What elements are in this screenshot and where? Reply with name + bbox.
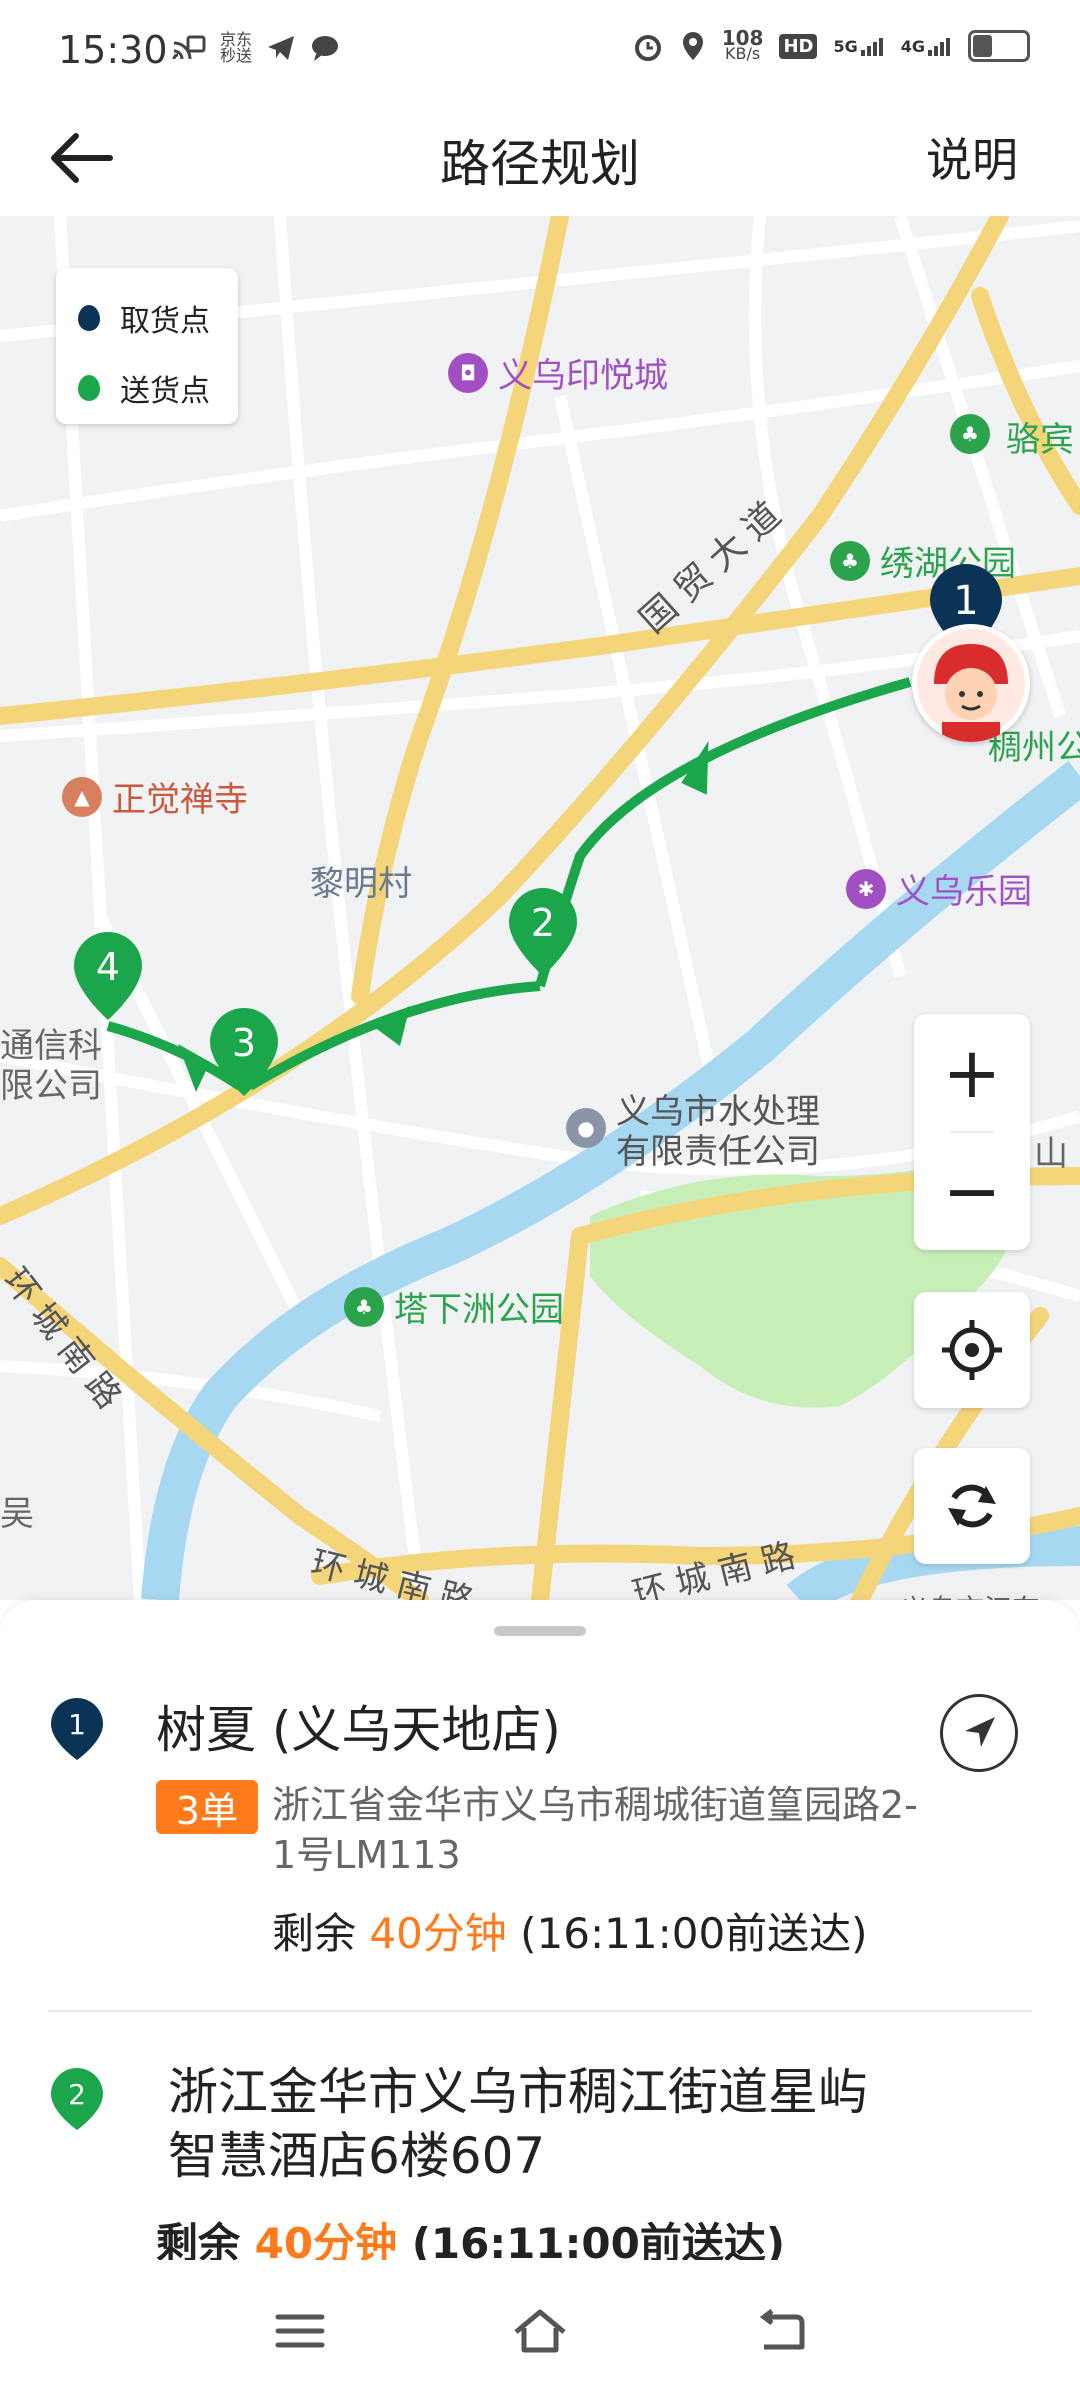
battery-icon — [968, 30, 1030, 62]
svg-text:4: 4 — [96, 945, 120, 989]
navigate-button[interactable] — [940, 1694, 1018, 1772]
status-bar: 15:30 京东 秒送 108 KB/s HD 5G 4G — [0, 0, 1080, 100]
jd-express-icon: 京东 秒送 — [220, 30, 253, 65]
route-stops-sheet[interactable]: 1 树夏 (义乌天地店) 3单 浙江省金华市义乌市稠城街道篁园路2-1号LM11… — [0, 1600, 1080, 2268]
navigation-arrow-icon — [965, 1717, 995, 1747]
zoom-control: + − — [914, 1014, 1030, 1250]
poi-taxiazhou[interactable]: ♣ 塔下洲公园 — [344, 1282, 564, 1331]
location-icon — [682, 32, 703, 60]
delivery-marker-icon: 2 — [51, 2068, 103, 2130]
tree-icon: ♣ — [344, 1286, 384, 1327]
legend-pickup: 取货点 — [78, 296, 210, 340]
sheet-drag-handle[interactable] — [494, 1626, 586, 1636]
partial-label: 骆宾 — [1006, 420, 1074, 460]
nav-back-button[interactable] — [740, 2296, 820, 2366]
stop-1-badge: 1 — [48, 1696, 106, 1762]
signal-5g-icon: 5G — [833, 36, 884, 56]
poi-yinyue[interactable]: ◘ 义乌印悦城 — [448, 348, 668, 397]
stop-1-title: 树夏 (义乌天地店) — [156, 1701, 561, 1759]
poi-zhengjue[interactable]: ▲ 正觉禅寺 — [62, 772, 248, 821]
status-time: 15:30 — [58, 28, 168, 72]
zoom-out-button[interactable]: − — [914, 1132, 1030, 1250]
menu-icon — [275, 2314, 325, 2348]
chat-icon — [312, 36, 339, 61]
help-button[interactable]: 说明 — [926, 124, 1018, 190]
alarm-icon — [634, 35, 661, 61]
svg-text:1: 1 — [68, 1708, 86, 1741]
refresh-icon — [948, 1484, 996, 1528]
partial-label: 吴 — [0, 1494, 34, 1534]
crosshair-icon — [942, 1320, 1002, 1380]
map-legend: 取货点 送货点 — [56, 268, 238, 424]
rider-avatar-icon — [917, 629, 1025, 742]
pickup-marker-icon: 1 — [51, 1698, 103, 1760]
status-right-icons: 108 KB/s HD 5G 4G — [632, 26, 1030, 63]
app-bar: 路径规划 说明 — [0, 100, 1080, 216]
stop-1-remaining: 剩余 40分钟 (16:11:00前送达) — [272, 1909, 868, 1958]
route-marker-3[interactable]: 3 — [206, 1006, 282, 1100]
stop-2-title: 浙江金华市义乌市稠江街道星屿智慧酒店6楼607 — [168, 2063, 868, 2185]
signal-4g-icon: 4G — [901, 36, 952, 56]
stop-divider — [48, 2010, 1032, 2012]
partial-label: 义乌市江东 — [900, 1588, 1040, 1600]
status-left-icons: 京东 秒送 — [170, 32, 340, 64]
svg-text:2: 2 — [68, 2078, 86, 2111]
poi-water[interactable]: ● 义乌市水处理 有限责任公司 — [566, 1092, 820, 1172]
back-icon — [759, 2309, 805, 2350]
order-count-badge: 3单 — [156, 1780, 258, 1834]
partial-label: 通信科 限公司 — [0, 1026, 102, 1106]
locate-button[interactable] — [914, 1292, 1030, 1408]
tree-icon: ♣ — [950, 414, 990, 454]
ferris-wheel-icon: ✱ — [846, 868, 886, 909]
poi-binwang-pin: ♣ — [950, 414, 990, 454]
pickup-marker-icon — [78, 305, 100, 331]
home-icon — [514, 2309, 566, 2353]
telegram-icon — [268, 36, 295, 60]
page-title: 路径规划 — [440, 135, 640, 193]
poi-leyuan[interactable]: ✱ 义乌乐园 — [846, 864, 1032, 913]
net-speed: 108 KB/s — [721, 26, 764, 63]
courier-avatar — [912, 624, 1030, 742]
location-pin-icon: ● — [566, 1108, 606, 1148]
tree-icon: ♣ — [830, 540, 870, 581]
route-map[interactable]: 国贸大道 环城南路 环城南路 环城南路 黎明村 通信科 限公司 骆宾 稠州公 山… — [0, 216, 1080, 1600]
nav-menu-button[interactable] — [260, 2296, 340, 2366]
route-marker-2[interactable]: 2 — [505, 886, 581, 980]
stop-1-address: 浙江省金华市义乌市稠城街道篁园路2-1号LM113 — [272, 1783, 918, 1877]
svg-text:3: 3 — [232, 1021, 256, 1065]
route-marker-4[interactable]: 4 — [70, 930, 146, 1024]
svg-text:1: 1 — [953, 578, 978, 624]
temple-icon: ▲ — [62, 776, 102, 817]
delivery-marker-icon — [78, 375, 100, 401]
system-nav-bar — [0, 2260, 1080, 2400]
refresh-button[interactable] — [914, 1448, 1030, 1564]
cast-icon — [172, 35, 206, 60]
village-label: 黎明村 — [310, 864, 412, 904]
partial-label: 山 — [1034, 1134, 1068, 1174]
legend-delivery: 送货点 — [78, 366, 210, 410]
shopping-bag-icon: ◘ — [448, 352, 488, 393]
hd-icon: HD — [779, 33, 818, 59]
zoom-in-button[interactable]: + — [914, 1014, 1030, 1132]
stop-2-badge: 2 — [48, 2066, 106, 2132]
nav-home-button[interactable] — [500, 2296, 580, 2366]
svg-text:2: 2 — [531, 901, 555, 945]
